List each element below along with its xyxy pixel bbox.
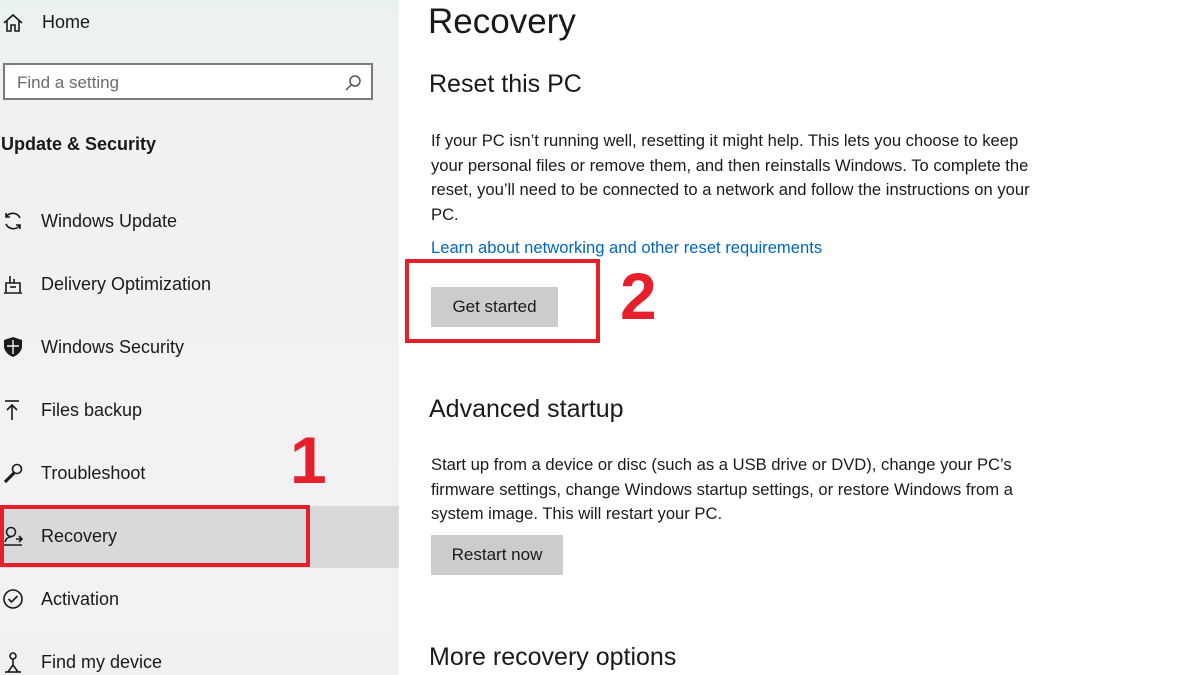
upload-arrow-icon — [2, 399, 24, 421]
sidebar-item-activation[interactable]: Activation — [0, 569, 399, 631]
sidebar-item-home[interactable]: Home — [0, 6, 399, 40]
sidebar-item-label: Windows Security — [41, 337, 185, 357]
delivery-optimization-icon — [2, 273, 24, 295]
get-started-button[interactable]: Get started — [431, 287, 558, 327]
step-number-2: 2 — [620, 259, 657, 333]
step-number-1: 1 — [290, 423, 327, 497]
section-title: Update & Security — [1, 134, 157, 154]
sidebar-item-label: Windows Update — [41, 211, 178, 231]
wrench-icon — [2, 462, 24, 484]
shield-icon — [2, 336, 24, 358]
refresh-icon — [2, 210, 24, 232]
sidebar-item-label: Recovery — [41, 526, 118, 546]
sidebar-item-troubleshoot[interactable]: Troubleshoot — [0, 443, 399, 505]
sidebar-item-windows-update[interactable]: Windows Update — [0, 191, 399, 253]
more-recovery-options-heading: More recovery options — [429, 643, 677, 671]
sidebar-item-label: Troubleshoot — [41, 463, 146, 483]
sidebar-item-delivery-optimization[interactable]: Delivery Optimization — [0, 254, 399, 316]
advanced-startup-description: Start up from a device or disc (such as … — [431, 455, 1013, 523]
sidebar-item-label: Find my device — [41, 652, 163, 672]
reset-requirements-link[interactable]: Learn about networking and other reset r… — [431, 238, 822, 258]
sidebar-item-label: Files backup — [41, 400, 143, 420]
check-circle-icon — [2, 588, 24, 610]
sidebar-item-label: Activation — [41, 589, 120, 609]
search-placeholder: Find a setting — [17, 73, 120, 92]
recovery-icon — [2, 525, 24, 547]
home-icon — [2, 13, 24, 33]
sidebar-item-files-backup[interactable]: Files backup — [0, 380, 399, 442]
sidebar-item-windows-security[interactable]: Windows Security — [0, 317, 399, 379]
advanced-startup-heading: Advanced startup — [429, 395, 624, 423]
sidebar-item-label: Delivery Optimization — [41, 274, 212, 294]
reset-description: If your PC isn’t running well, resetting… — [431, 131, 1030, 224]
page-title: Recovery — [428, 2, 576, 41]
sidebar-item-label: Home — [42, 12, 91, 32]
reset-heading: Reset this PC — [429, 70, 582, 98]
sidebar: Home Find a setting Update & Security Wi… — [0, 0, 399, 675]
search-input[interactable]: Find a setting — [3, 63, 373, 100]
sidebar-item-find-my-device[interactable]: Find my device — [0, 632, 399, 675]
search-icon[interactable] — [344, 74, 362, 92]
sidebar-item-recovery[interactable]: Recovery — [0, 506, 399, 568]
restart-now-button[interactable]: Restart now — [431, 535, 563, 575]
person-location-icon — [2, 651, 24, 673]
